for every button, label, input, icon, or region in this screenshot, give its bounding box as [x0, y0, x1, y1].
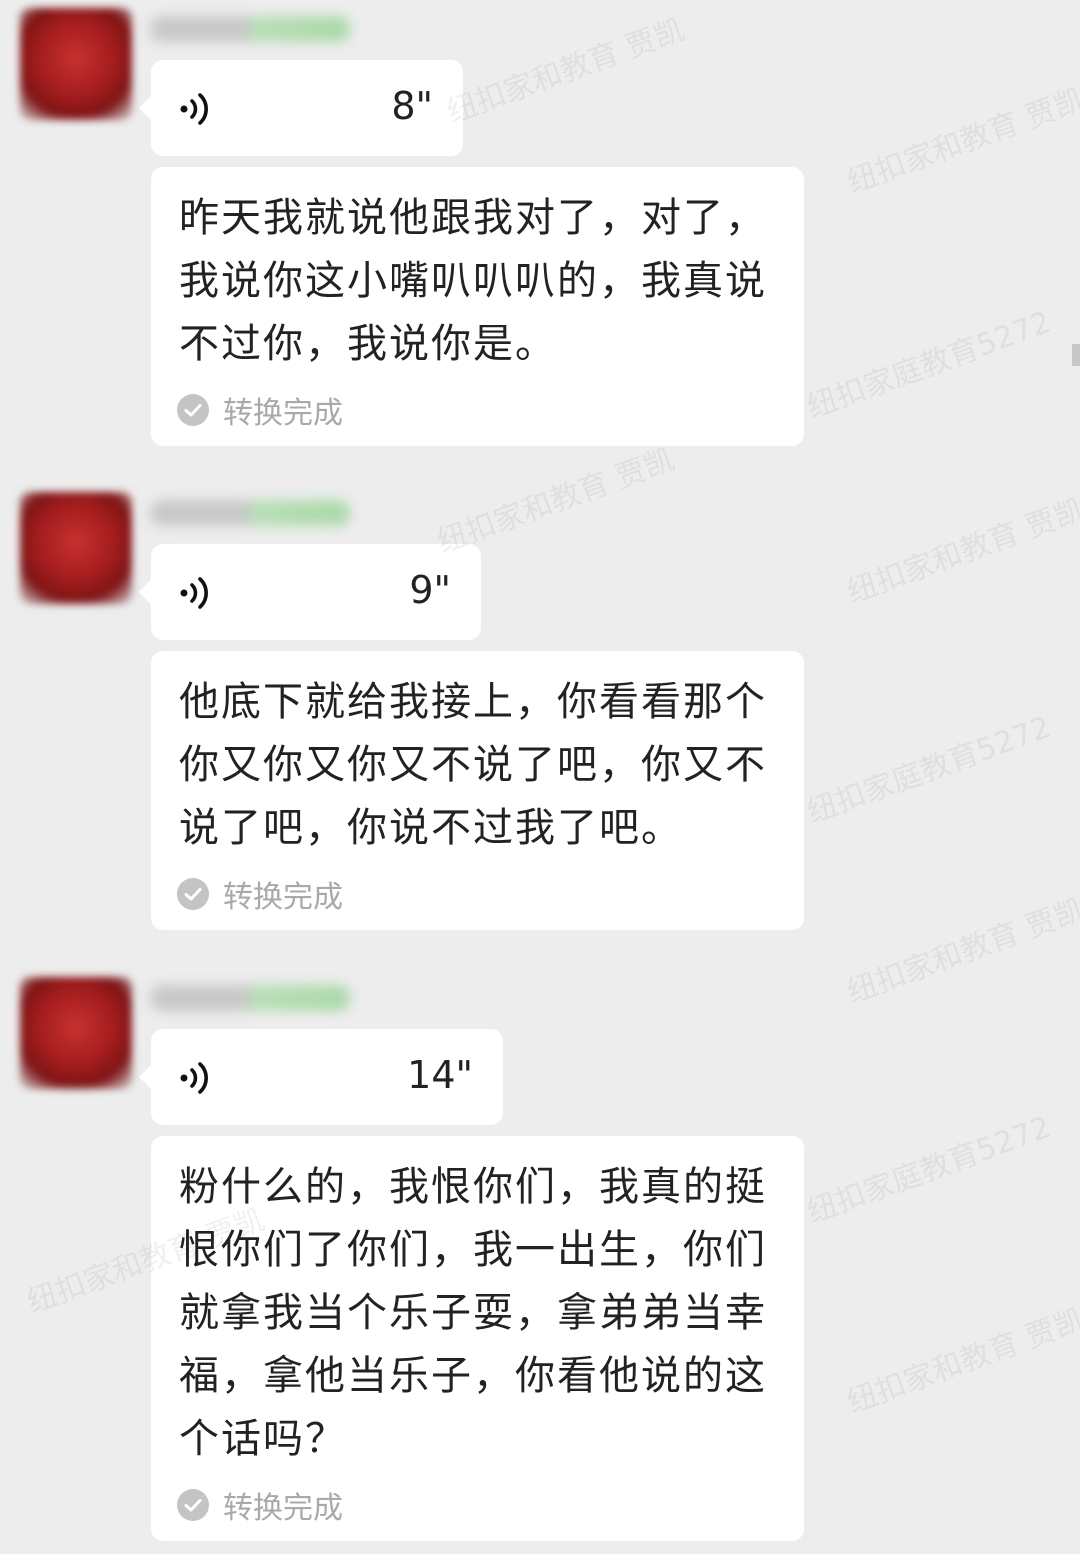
transcript-bubble[interactable]: 粉什么的，我恨你们，我真的挺 恨你们了你们，我一出生，你们 就拿我当个乐子耍，拿… [151, 1136, 804, 1541]
status-label: 转换完成 [223, 880, 343, 915]
scrollbar-thumb[interactable] [1072, 344, 1080, 366]
transcript-line: 说了吧，你说不过我了吧。 [179, 805, 683, 851]
voice-duration: 9" [409, 568, 451, 612]
conversion-status: 转换完成 [177, 1485, 343, 1526]
check-circle-icon [177, 1489, 209, 1521]
sender-name-blurred [150, 16, 350, 42]
transcript-text: 粉什么的，我恨你们，我真的挺 恨你们了你们，我一出生，你们 就拿我当个乐子耍，拿… [179, 1156, 780, 1471]
transcript-line: 福，拿他当乐子，你看他说的这 [179, 1353, 767, 1399]
watermark: 纽扣家庭教育5272 [802, 709, 1056, 831]
watermark: 纽扣家庭教育5272 [802, 304, 1056, 426]
transcript-bubble[interactable]: 昨天我就说他跟我对了，对了， 我说你这小嘴叭叭叭的，我真说 不过你，我说你是。 … [151, 167, 804, 446]
watermark: 纽扣家和教育 贾凯 [432, 442, 680, 561]
transcript-line: 粉什么的，我恨你们，我真的挺 [179, 1164, 767, 1210]
avatar[interactable] [20, 8, 132, 120]
watermark: 纽扣家和教育 贾凯 [842, 892, 1080, 1011]
transcript-line: 不过你，我说你是。 [179, 321, 557, 367]
voice-message-bubble[interactable]: 14" [139, 1029, 503, 1125]
watermark: 纽扣家庭教育5272 [802, 1109, 1056, 1231]
transcript-line: 昨天我就说他跟我对了，对了， [179, 195, 767, 241]
avatar[interactable] [20, 492, 132, 604]
status-label: 转换完成 [223, 1491, 343, 1526]
voice-duration: 8" [391, 84, 433, 128]
transcript-line: 你又你又你又不说了吧，你又不 [179, 742, 767, 788]
conversion-status: 转换完成 [177, 390, 343, 431]
check-circle-icon [177, 878, 209, 910]
status-label: 转换完成 [223, 396, 343, 431]
transcript-line: 他底下就给我接上，你看看那个 [179, 679, 767, 725]
voice-message-bubble[interactable]: 8" [139, 60, 463, 156]
voice-message-bubble[interactable]: 9" [139, 544, 481, 640]
watermark: 纽扣家和教育 贾凯 [842, 82, 1080, 201]
voice-wave-icon [180, 577, 208, 609]
check-circle-icon [177, 394, 209, 426]
watermark: 纽扣家和教育 贾凯 [842, 492, 1080, 611]
avatar[interactable] [20, 977, 132, 1089]
watermark: 纽扣家和教育 贾凯 [442, 12, 690, 131]
conversion-status: 转换完成 [177, 874, 343, 915]
sender-name-blurred [150, 985, 350, 1011]
voice-duration: 14" [407, 1053, 473, 1097]
sender-name-blurred [150, 500, 350, 526]
watermark: 纽扣家和教育 贾凯 [842, 1302, 1080, 1421]
transcript-text: 昨天我就说他跟我对了，对了， 我说你这小嘴叭叭叭的，我真说 不过你，我说你是。 [179, 187, 780, 376]
voice-wave-icon [180, 1062, 208, 1094]
transcript-line: 个话吗？ [179, 1416, 347, 1462]
voice-wave-icon [180, 93, 208, 125]
transcript-line: 我说你这小嘴叭叭叭的，我真说 [179, 258, 767, 304]
transcript-bubble[interactable]: 他底下就给我接上，你看看那个 你又你又你又不说了吧，你又不 说了吧，你说不过我了… [151, 651, 804, 930]
transcript-line: 就拿我当个乐子耍，拿弟弟当幸 [179, 1290, 767, 1336]
transcript-line: 恨你们了你们，我一出生，你们 [179, 1227, 767, 1273]
transcript-text: 他底下就给我接上，你看看那个 你又你又你又不说了吧，你又不 说了吧，你说不过我了… [179, 671, 780, 860]
